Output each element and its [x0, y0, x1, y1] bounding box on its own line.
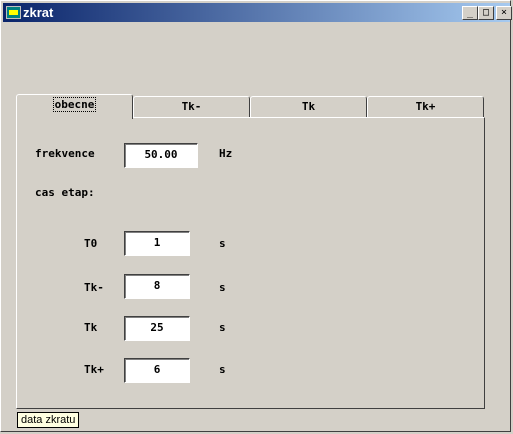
minimize-button[interactable]: _: [462, 6, 478, 20]
tab-label: obecne: [52, 97, 97, 112]
tab-label: Tk+: [415, 100, 436, 113]
maximize-button[interactable]: □: [478, 6, 494, 20]
stage-field-t0[interactable]: 1: [124, 231, 190, 256]
stage-unit-tk: s: [219, 321, 226, 334]
stage-field-tk[interactable]: 25: [124, 316, 190, 341]
title-bar[interactable]: zkrat _ □ ×: [3, 3, 512, 22]
tab-label: Tk-: [181, 100, 202, 113]
frequency-label: frekvence: [35, 147, 95, 160]
stage-field-tk-plus[interactable]: 6: [124, 358, 190, 383]
close-button[interactable]: ×: [496, 6, 512, 20]
tooltip-status: data zkratu: [17, 412, 80, 428]
stage-unit-tk-plus: s: [219, 363, 226, 376]
window-title: zkrat: [23, 5, 54, 20]
tab-tk[interactable]: Tk: [250, 96, 367, 118]
stage-label-tk: Tk: [84, 321, 98, 334]
tab-tk-minus[interactable]: Tk-: [133, 96, 250, 118]
stage-label-t0: T0: [84, 237, 98, 250]
stage-label-tk-minus: Tk-: [84, 281, 104, 294]
stage-label-tk-plus: Tk+: [84, 363, 104, 376]
frequency-field[interactable]: 50.00: [124, 143, 198, 168]
tab-obecne[interactable]: obecne: [16, 94, 133, 119]
stage-unit-tk-minus: s: [219, 281, 226, 294]
stages-heading: cas etap:: [35, 186, 95, 199]
tab-strip: obecne Tk- Tk Tk+: [16, 94, 486, 119]
tab-tk-plus[interactable]: Tk+: [367, 96, 484, 118]
app-icon: [6, 6, 21, 19]
tab-label: Tk: [301, 100, 316, 113]
stage-unit-t0: s: [219, 237, 226, 250]
frequency-unit: Hz: [219, 147, 233, 160]
stage-field-tk-minus[interactable]: 8: [124, 274, 190, 299]
